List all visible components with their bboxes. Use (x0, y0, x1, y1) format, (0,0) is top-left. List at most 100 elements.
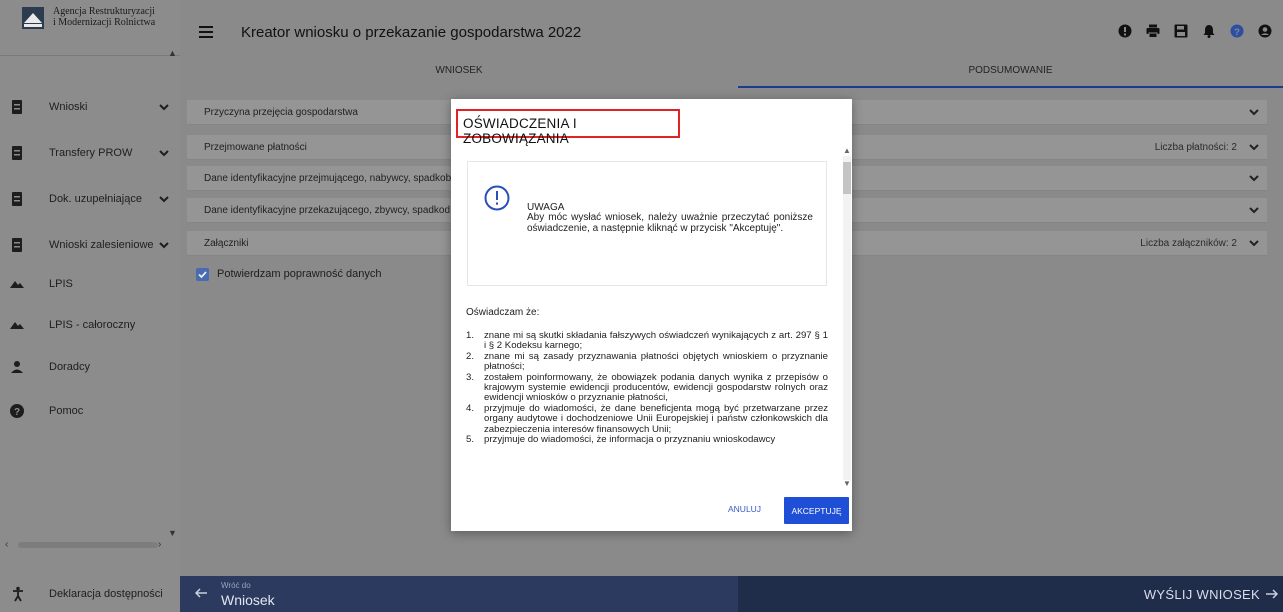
scrollbar-thumb[interactable] (18, 542, 158, 548)
accordion-label: Przyczyna przejęcia gospodarstwa (204, 107, 358, 118)
menu-icon[interactable] (199, 26, 213, 38)
accept-button[interactable]: AKCEPTUJĘ (784, 497, 849, 524)
arrow-right-icon (1266, 589, 1279, 599)
logo[interactable]: Agencja Restrukturyzacji i Modernizacji … (0, 0, 180, 56)
chevron-down-icon (159, 150, 169, 157)
scroll-left-icon[interactable]: ‹ (5, 539, 8, 550)
sidebar-item-label: Doradcy (49, 361, 90, 373)
back-caption: Wróć do (221, 581, 251, 590)
item-text: znane mi są skutki składania fałszywych … (484, 330, 828, 352)
accordion-label: Przejmowane płatności (204, 142, 307, 153)
item-number: 2. (466, 350, 475, 362)
declaration-item: 5. przyjmuje do wiadomości, że informacja… (466, 434, 828, 446)
warning-text: Aby móc wysłać wniosek, należy uważnie p… (527, 212, 813, 234)
logo-line-1: Agencja Restrukturyzacji (53, 6, 155, 17)
accordion-label: Załączniki (204, 238, 249, 249)
attachments-count: Liczba załączników: 2 (1140, 238, 1237, 249)
dialog-actions: ANULUJ AKCEPTUJĘ (451, 495, 852, 531)
document-icon (12, 238, 22, 252)
arimr-logo-icon (22, 7, 44, 29)
item-number: 4. (466, 402, 475, 414)
top-bar: Kreator wniosku o przekazanie gospodarst… (180, 0, 1283, 62)
save-icon[interactable] (1174, 24, 1188, 38)
chevron-down-icon (1249, 175, 1259, 182)
sidebar-item-label: Wnioski (49, 101, 88, 113)
send-button[interactable]: WYŚLIJ WNIOSEK (738, 576, 1283, 612)
scrollbar-thumb[interactable] (843, 162, 851, 194)
terrain-icon (10, 322, 24, 329)
sidebar-scroll-down-icon[interactable]: ▼ (168, 528, 177, 538)
back-button[interactable]: Wróć do Wniosek (180, 576, 480, 612)
info-alert-icon (484, 185, 510, 211)
sidebar: Agencja Restrukturyzacji i Modernizacji … (0, 0, 180, 612)
item-number: 3. (466, 371, 475, 383)
svg-text:?: ? (14, 407, 20, 418)
chevron-down-icon (1249, 240, 1259, 247)
accordion-label: Dane identyfikacyjne przekazującego, zby… (204, 205, 451, 216)
bell-icon[interactable] (1202, 24, 1216, 38)
item-text: przyjmuje do wiadomości, że informacja o… (484, 434, 776, 446)
document-icon (12, 146, 22, 160)
accordion-label: Dane identyfikacyjne przejmującego, naby… (204, 173, 452, 184)
back-target: Wniosek (221, 592, 275, 608)
tab-wniosek[interactable]: WNIOSEK (180, 62, 738, 88)
document-icon (12, 192, 22, 206)
scroll-right-icon[interactable]: › (158, 539, 161, 550)
scroll-up-icon[interactable]: ▲ (843, 146, 851, 155)
item-text: znane mi są zasady przyznawania płatnośc… (484, 350, 828, 373)
cancel-button[interactable]: ANULUJ (728, 504, 761, 514)
tab-podsumowanie[interactable]: PODSUMOWANIE (738, 62, 1283, 88)
account-icon[interactable] (1258, 24, 1272, 38)
sidebar-item-label: LPIS - całoroczny (49, 319, 136, 331)
alert-icon[interactable] (1118, 24, 1132, 38)
sidebar-item-lpis-caloroczny[interactable]: LPIS - całoroczny (0, 310, 175, 340)
svg-text:?: ? (1234, 27, 1240, 38)
declaration-item: 2. znane mi są zasady przyznawania płatno… (466, 350, 828, 373)
sidebar-horizontal-scrollbar[interactable]: ‹ › (0, 539, 175, 551)
item-number: 1. (466, 330, 475, 341)
confirm-data-checkbox[interactable]: Potwierdzam poprawność danych (196, 266, 381, 282)
bottom-bar: Wróć do Wniosek WYŚLIJ WNIOSEK (180, 576, 1283, 612)
item-number: 5. (466, 434, 475, 446)
logo-line-2: i Modernizacji Rolnictwa (53, 17, 156, 28)
dialog-scrollbar[interactable]: ▲ ▼ (842, 146, 852, 490)
dialog-title: OŚWIADCZENIA I ZOBOWIĄZANIA (456, 109, 680, 146)
sidebar-item-transfery-prow[interactable]: Transfery PROW (0, 138, 175, 168)
chevron-down-icon (159, 104, 169, 111)
declaration-list: 1. znane mi są skutki składania fałszywyc… (466, 330, 828, 446)
chevron-down-icon (159, 196, 169, 203)
sidebar-scroll-up-icon[interactable]: ▲ (168, 48, 177, 58)
warning-box: UWAGA Aby móc wysłać wniosek, należy uwa… (467, 161, 827, 286)
declaration-item: 1. znane mi są skutki składania fałszywyc… (466, 330, 828, 352)
sidebar-item-pomoc[interactable]: ? Pomoc (0, 396, 175, 426)
declaration-intro: Oświadczam że: (466, 307, 540, 318)
chevron-down-icon (159, 242, 169, 249)
accessibility-declaration-link[interactable]: Deklaracja dostępności (0, 572, 180, 612)
scroll-down-icon[interactable]: ▼ (843, 479, 851, 488)
check-icon (198, 270, 207, 278)
sidebar-item-label: LPIS (49, 278, 73, 290)
sidebar-item-wnioski[interactable]: Wnioski (0, 92, 175, 122)
item-text: przyjmuje do wiadomości, że dane benefic… (484, 402, 828, 435)
sidebar-item-wnioski-zalesieniowe[interactable]: Wnioski zalesieniowe (0, 230, 175, 260)
footer-label: Deklaracja dostępności (49, 588, 163, 600)
confirm-label: Potwierdzam poprawność danych (217, 268, 382, 280)
sidebar-item-lpis[interactable]: LPIS (0, 269, 175, 299)
scrollbar-track[interactable] (843, 156, 851, 480)
print-icon[interactable] (1146, 24, 1160, 38)
help-icon: ? (10, 404, 24, 418)
dialog-body[interactable]: UWAGA Aby móc wysłać wniosek, należy uwa… (451, 146, 852, 490)
sidebar-item-doradcy[interactable]: Doradcy (0, 352, 175, 382)
checkbox[interactable] (196, 267, 209, 281)
declaration-item: 4. przyjmuje do wiadomości, że dane benef… (466, 402, 828, 435)
chevron-down-icon (1249, 144, 1259, 151)
chevron-down-icon (1249, 207, 1259, 214)
send-label: WYŚLIJ WNIOSEK (1143, 587, 1260, 602)
tab-label: PODSUMOWANIE (968, 65, 1053, 76)
document-icon (12, 100, 22, 114)
help-icon[interactable]: ? (1230, 24, 1244, 38)
sidebar-item-label: Transfery PROW (49, 147, 133, 159)
terrain-icon (10, 281, 24, 288)
chevron-down-icon (1249, 109, 1259, 116)
sidebar-item-dok-uzupelniajace[interactable]: Dok. uzupełniające (0, 184, 175, 214)
